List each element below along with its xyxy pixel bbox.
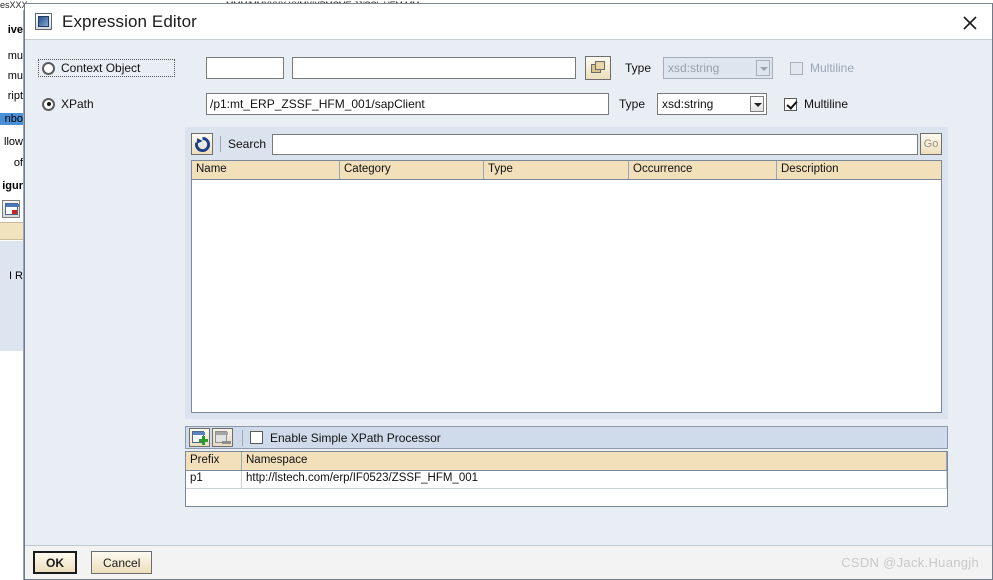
chevron-down-icon bbox=[756, 60, 770, 76]
results-table-header: Name Category Type Occurrence Descriptio… bbox=[192, 161, 941, 180]
namespace-prefix-cell[interactable]: p1 bbox=[186, 471, 242, 488]
context-object-type-select: xsd:string bbox=[663, 57, 773, 79]
watermark: CSDN @Jack.Huangjh bbox=[841, 555, 979, 570]
bg-toolbar-icon bbox=[2, 200, 20, 218]
bg-white-band bbox=[0, 351, 23, 580]
xpath-type-select[interactable]: xsd:string bbox=[657, 93, 767, 115]
namespace-table-header: Prefix Namespace bbox=[186, 452, 947, 471]
xpath-label: XPath bbox=[61, 97, 94, 111]
radio-indicator-context-object bbox=[42, 61, 55, 75]
dialog-body: Context Object Type xsd:string Multiline… bbox=[25, 40, 992, 545]
delete-row-icon bbox=[212, 428, 233, 447]
background-left-panel: ive mu mu ript nbo llow of igur I R bbox=[0, 10, 24, 580]
dialog-title: Expression Editor bbox=[62, 11, 197, 31]
context-object-multiline-label: Multiline bbox=[810, 61, 855, 75]
expression-editor-dialog: Expression Editor Context Object Type xs… bbox=[24, 3, 993, 580]
results-table-body bbox=[192, 180, 941, 412]
namespace-panel: Enable Simple XPath Processor Prefix Nam… bbox=[185, 426, 948, 507]
search-panel: Search Go Name Category Type Occurrence … bbox=[185, 127, 948, 419]
context-object-multiline-checkbox: Multiline bbox=[790, 61, 854, 75]
column-header-namespace[interactable]: Namespace bbox=[242, 452, 947, 470]
window-icon bbox=[35, 12, 53, 31]
checkbox-indicator-multiline-xpath bbox=[784, 97, 797, 111]
dialog-footer: OK Cancel CSDN @Jack.Huangjh bbox=[25, 545, 992, 579]
namespace-toolbar-separator bbox=[242, 429, 243, 446]
context-object-radio[interactable]: Context Object bbox=[38, 59, 175, 77]
xpath-row: XPath Type xsd:string Multiline bbox=[38, 89, 979, 119]
add-row-icon[interactable] bbox=[189, 428, 210, 447]
refresh-icon[interactable] bbox=[191, 133, 213, 155]
bg-text-configuration: igur bbox=[2, 180, 23, 192]
context-object-type-value: xsd:string bbox=[668, 61, 720, 75]
checkbox-indicator-enable-simple-xpath bbox=[250, 431, 263, 444]
bg-text-commu-1: mu bbox=[7, 50, 23, 62]
search-toolbar: Search Go bbox=[191, 132, 942, 156]
column-header-type[interactable]: Type bbox=[484, 161, 629, 179]
results-table: Name Category Type Occurrence Descriptio… bbox=[191, 160, 942, 413]
browse-icon[interactable] bbox=[585, 56, 611, 80]
enable-simple-xpath-checkbox[interactable]: Enable Simple XPath Processor bbox=[250, 431, 441, 445]
context-object-name-input[interactable] bbox=[292, 57, 576, 79]
bg-highlight-band bbox=[0, 222, 23, 240]
xpath-type-value: xsd:string bbox=[662, 97, 714, 111]
bg-blue-band bbox=[0, 241, 23, 351]
context-object-row: Context Object Type xsd:string Multiline bbox=[38, 53, 979, 83]
table-row[interactable]: p1 http://lstech.com/erp/IF0523/ZSSF_HFM… bbox=[186, 471, 947, 489]
xpath-input[interactable] bbox=[206, 93, 609, 115]
column-header-description[interactable]: Description bbox=[777, 161, 941, 179]
namespace-uri-cell[interactable]: http://lstech.com/erp/IF0523/ZSSF_HFM_00… bbox=[242, 471, 947, 488]
bg-text-script: ript bbox=[7, 90, 23, 102]
toolbar-separator bbox=[220, 136, 221, 152]
radio-indicator-xpath bbox=[42, 97, 55, 111]
context-object-type-label: Type bbox=[625, 61, 652, 75]
xpath-multiline-label: Multiline bbox=[804, 97, 849, 111]
bg-text-inbound: nbo bbox=[0, 113, 23, 125]
search-go-button: Go bbox=[920, 133, 942, 155]
xpath-multiline-checkbox[interactable]: Multiline bbox=[784, 97, 848, 111]
context-object-prefix-input[interactable] bbox=[206, 57, 284, 79]
search-label: Search bbox=[228, 137, 267, 151]
xpath-type-label: Type bbox=[619, 97, 646, 111]
column-header-category[interactable]: Category bbox=[340, 161, 484, 179]
namespace-toolbar: Enable Simple XPath Processor bbox=[185, 426, 948, 449]
column-header-prefix[interactable]: Prefix bbox=[186, 452, 242, 470]
column-header-name[interactable]: Name bbox=[192, 161, 340, 179]
enable-simple-xpath-label: Enable Simple XPath Processor bbox=[270, 430, 441, 445]
xpath-radio[interactable]: XPath bbox=[38, 95, 175, 113]
bg-text-of: of bbox=[13, 157, 23, 169]
bg-text-receive: ive bbox=[7, 24, 23, 36]
dialog-title-bar: Expression Editor bbox=[25, 4, 992, 40]
bg-text-commu-2: mu bbox=[7, 70, 23, 82]
context-object-label: Context Object bbox=[61, 61, 141, 75]
search-input[interactable] bbox=[272, 133, 918, 155]
cancel-button[interactable]: Cancel bbox=[91, 551, 153, 574]
bg-text-allow: llow bbox=[4, 136, 23, 148]
namespace-table: Prefix Namespace p1 http://lstech.com/er… bbox=[185, 451, 948, 507]
close-icon[interactable] bbox=[958, 11, 982, 35]
bg-text-ir: I R bbox=[8, 270, 23, 282]
column-header-occurrence[interactable]: Occurrence bbox=[629, 161, 777, 179]
ok-button[interactable]: OK bbox=[33, 551, 77, 574]
checkbox-indicator-multiline-context bbox=[790, 61, 803, 75]
chevron-down-icon bbox=[750, 96, 764, 112]
